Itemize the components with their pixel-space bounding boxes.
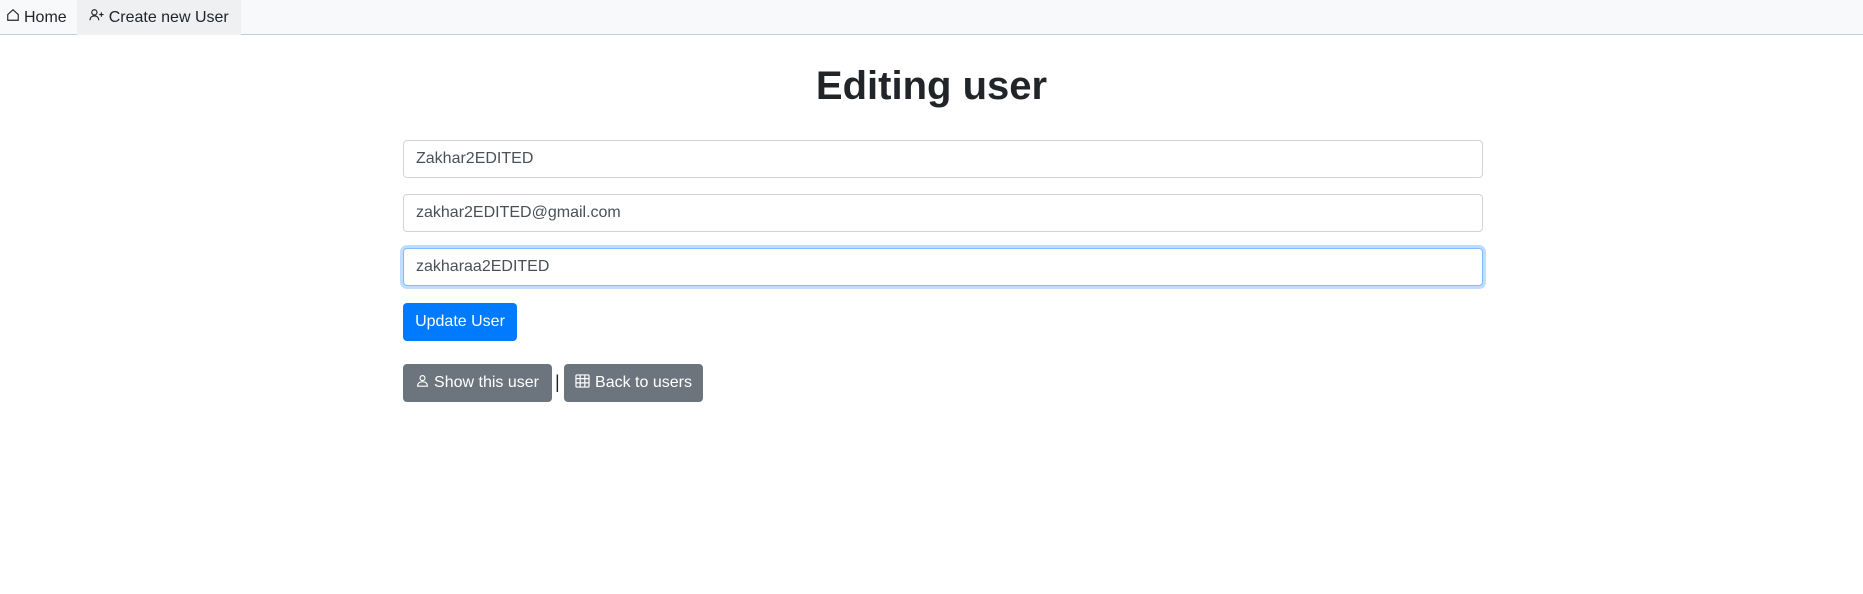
email-input[interactable]: [403, 194, 1483, 232]
actions-separator: |: [555, 372, 560, 392]
name-input[interactable]: [403, 140, 1483, 178]
table-icon: [575, 373, 595, 393]
person-plus-icon: [89, 8, 109, 27]
nav-create-user-label: Create new User: [108, 8, 229, 26]
page-title: Editing user: [815, 64, 1048, 108]
back-to-users-label: Back to users: [595, 374, 692, 391]
back-to-users-button[interactable]: Back to users: [564, 364, 703, 402]
show-user-label: Show this user: [434, 374, 539, 391]
show-user-button[interactable]: Show this user: [403, 364, 552, 402]
person-icon: [416, 374, 434, 392]
update-user-button[interactable]: Update User: [403, 303, 517, 341]
nav-home-link[interactable]: Home: [0, 0, 77, 35]
nav-home-label: Home: [24, 8, 67, 26]
password-input[interactable]: [403, 248, 1483, 286]
nav-create-user-link[interactable]: Create new User: [76, 0, 241, 35]
top-navbar: Home Create new User: [0, 0, 1863, 35]
house-icon: [6, 8, 24, 27]
